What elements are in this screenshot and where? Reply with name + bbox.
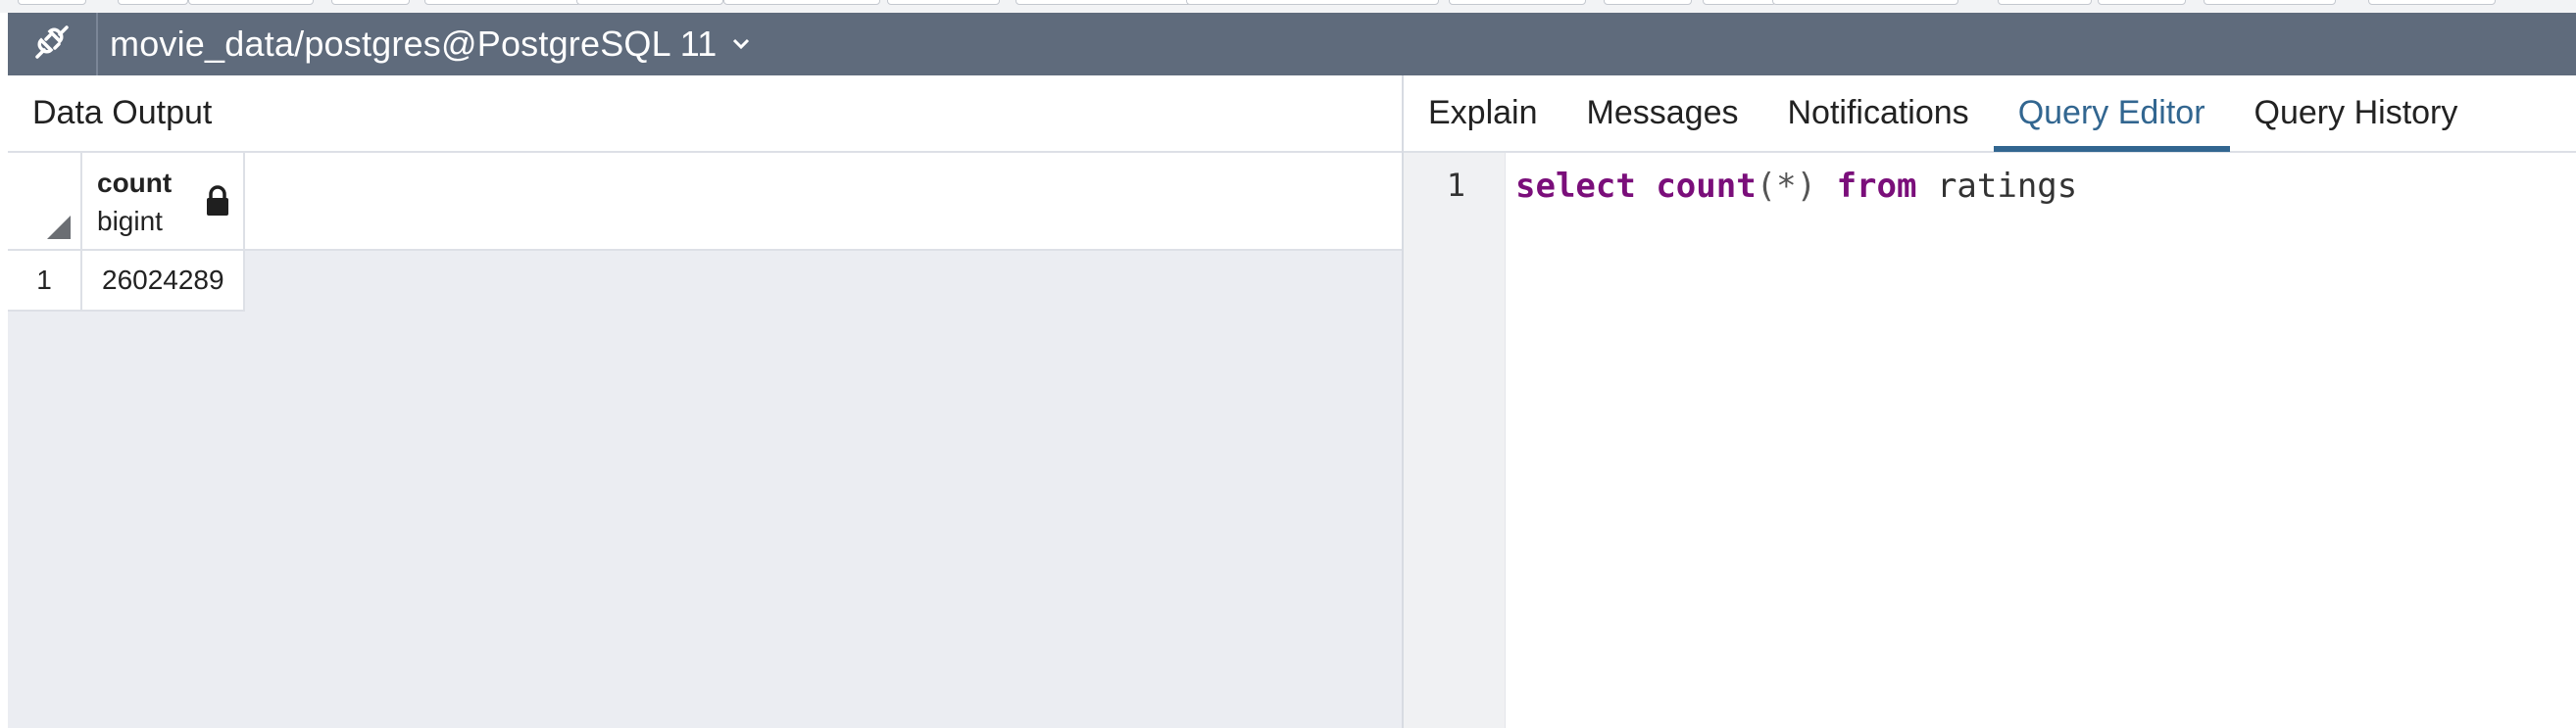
sql-punctuation: (*) <box>1756 167 1817 206</box>
plug-disconnected-icon <box>29 20 74 70</box>
toolbar-button[interactable] <box>1772 0 1958 5</box>
sql-keyword: select <box>1515 167 1636 206</box>
column-header-count[interactable]: count bigint <box>82 153 245 251</box>
line-number: 1 <box>1446 167 1465 204</box>
query-tabbar: Explain Messages Notifications Query Edi… <box>1404 75 2576 153</box>
table-cell[interactable]: 26024289 <box>82 251 245 312</box>
code-line[interactable]: select count(*) from ratings <box>1515 167 2077 206</box>
corner-triangle-icon <box>47 216 71 239</box>
tab-notifications[interactable]: Notifications <box>1762 74 1993 152</box>
toolbar-button[interactable] <box>331 0 410 5</box>
query-panel: Explain Messages Notifications Query Edi… <box>1404 75 2576 728</box>
sql-keyword: from <box>1836 167 1917 206</box>
toolbar-button[interactable] <box>887 0 1000 5</box>
line-number-gutter: 1 <box>1404 153 1506 728</box>
toolbar-button[interactable] <box>1998 0 2092 5</box>
toolbar-button[interactable] <box>18 0 86 5</box>
toolbar-button[interactable] <box>424 0 581 5</box>
result-grid: count bigint 1 26024289 <box>8 153 1402 312</box>
connection-title: movie_data/postgres@PostgreSQL 11 <box>110 24 718 64</box>
toolbar-button[interactable] <box>188 0 314 5</box>
toolbar-button[interactable] <box>1604 0 1692 5</box>
toolbar-button[interactable] <box>2204 0 2336 5</box>
toolbar-button[interactable] <box>1703 0 1776 5</box>
toolbar-button[interactable] <box>2368 0 2496 5</box>
toolbar-button[interactable] <box>1449 0 1586 5</box>
table-row: 1 26024289 <box>8 251 1402 312</box>
chevron-down-icon <box>730 33 752 55</box>
data-output-tabbar: Data Output <box>8 75 1402 153</box>
row-number[interactable]: 1 <box>8 251 82 312</box>
sql-editor[interactable]: 1 select count(*) from ratings <box>1404 153 2576 728</box>
toolbar-button[interactable] <box>2098 0 2186 5</box>
toolbar-button[interactable] <box>118 0 188 5</box>
toolbar-button[interactable] <box>576 0 723 5</box>
toolbar-strip <box>0 0 2576 13</box>
data-output-panel: Data Output count bigint 1 26024289 <box>8 75 1404 728</box>
grid-header-row: count bigint <box>8 153 1402 251</box>
toolbar-button[interactable] <box>1186 0 1439 5</box>
connection-status-button[interactable] <box>8 13 98 75</box>
lock-icon <box>204 184 231 222</box>
tab-query-history[interactable]: Query History <box>2230 74 2483 152</box>
tab-explain[interactable]: Explain <box>1404 74 1562 152</box>
grid-header-filler <box>245 153 1402 249</box>
tab-query-editor[interactable]: Query Editor <box>1993 74 2230 152</box>
sql-identifier: ratings <box>1936 167 2078 206</box>
tab-data-output[interactable]: Data Output <box>8 74 236 152</box>
connection-selector[interactable]: movie_data/postgres@PostgreSQL 11 <box>98 24 752 65</box>
tab-messages[interactable]: Messages <box>1562 74 1763 152</box>
toolbar-button[interactable] <box>1016 0 1192 5</box>
toolbar-button[interactable] <box>723 0 880 5</box>
connection-bar: movie_data/postgres@PostgreSQL 11 <box>8 13 2576 75</box>
select-all-corner[interactable] <box>8 153 82 251</box>
sql-function: count <box>1656 167 1757 206</box>
